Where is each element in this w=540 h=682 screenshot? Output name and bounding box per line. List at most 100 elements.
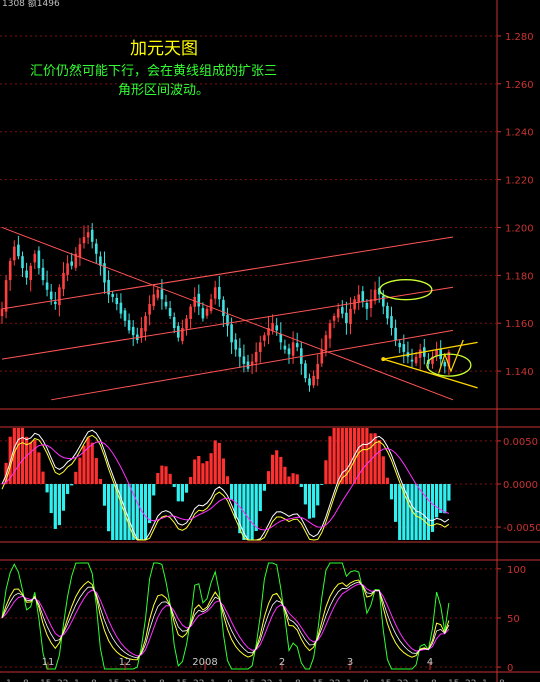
macd-bar-27 — [111, 484, 115, 540]
candle-body-71 — [291, 342, 295, 356]
candle-body-7 — [29, 265, 32, 281]
candle-body-79 — [324, 335, 328, 351]
macd-bar-101 — [414, 484, 418, 540]
candle-body-43 — [177, 325, 180, 338]
price-tick-label-5: 1.180 — [505, 271, 534, 282]
candle-body-13 — [54, 301, 57, 305]
macd-bar-103 — [422, 484, 426, 540]
annotation-line-2: 角形区间波动。 — [118, 83, 210, 98]
annotation-line-1: 汇价仍然可能下行，会在黄线组成的扩张三 — [30, 64, 278, 79]
candle-body-15 — [62, 272, 65, 290]
candle-body-78 — [320, 349, 324, 364]
macd-bar-65 — [266, 471, 271, 484]
x-tick-label-0: 11 — [42, 657, 55, 668]
candle-body-12 — [49, 291, 53, 300]
highlight-ellipse-top — [379, 279, 433, 301]
macd-bar-80 — [328, 436, 332, 484]
candle-body-32 — [131, 326, 135, 336]
price-tick-label-3: 1.220 — [505, 176, 534, 187]
candle-body-5 — [21, 256, 24, 269]
candle-body-14 — [58, 287, 61, 306]
macd-bar-13 — [53, 484, 57, 529]
macd-bar-14 — [57, 484, 61, 526]
macd-bar-7 — [29, 442, 33, 484]
candle-body-27 — [111, 294, 114, 297]
macd-bar-16 — [66, 484, 70, 494]
candle-body-93 — [382, 295, 385, 307]
price-panel — [0, 223, 478, 401]
candle-body-108 — [443, 362, 447, 367]
candle-body-94 — [386, 305, 389, 319]
candle-body-17 — [70, 261, 73, 266]
macd-bar-71 — [291, 473, 295, 484]
candle-body-4 — [17, 244, 20, 257]
macd-bar-89 — [365, 428, 369, 484]
macd-bar-29 — [119, 484, 123, 540]
candle-body-30 — [123, 310, 127, 321]
candle-body-42 — [172, 317, 176, 328]
macd-bar-15 — [61, 484, 66, 511]
macd-bar-17 — [70, 484, 74, 486]
horizontal-grid — [0, 35, 497, 668]
candle-body-66 — [271, 323, 274, 331]
candle-body-57 — [234, 339, 237, 350]
macd-bar-10 — [41, 471, 45, 484]
macd-bar-75 — [307, 484, 312, 519]
candle-body-58 — [238, 348, 242, 357]
candle-body-68 — [279, 333, 283, 343]
macd-bar-31 — [127, 484, 131, 540]
macd-bar-41 — [168, 473, 172, 484]
macd-bar-62 — [254, 484, 258, 532]
macd-bar-47 — [193, 459, 197, 484]
macd-bar-67 — [275, 450, 279, 484]
trend-line-3 — [51, 329, 454, 401]
macd-bar-4 — [16, 428, 20, 484]
macd-bar-94 — [385, 477, 389, 484]
macd-bar-91 — [373, 433, 377, 484]
candle-body-81 — [332, 316, 336, 321]
candle-body-0 — [0, 308, 4, 317]
macd-bar-36 — [148, 484, 152, 524]
macd-bar-35 — [143, 484, 148, 540]
annotation-title: 加元天图 — [130, 39, 198, 59]
candle-body-16 — [66, 263, 69, 275]
candle-body-20 — [82, 237, 86, 244]
candle-body-100 — [410, 359, 414, 362]
macd-bar-64 — [262, 484, 266, 491]
macd-tick-label-0: 0.0050 — [503, 437, 538, 448]
candle-body-23 — [95, 243, 98, 254]
candle-body-19 — [78, 244, 82, 258]
macd-bar-61 — [250, 484, 254, 540]
macd-bar-85 — [348, 428, 353, 484]
macd-bar-60 — [246, 484, 250, 540]
macd-bar-45 — [184, 484, 189, 493]
macd-bar-53 — [217, 442, 221, 484]
osc-tick-label-0: 100 — [507, 565, 526, 576]
candle-body-84 — [345, 312, 348, 324]
candle-body-6 — [25, 270, 28, 278]
macd-bar-93 — [381, 456, 385, 484]
candle-body-87 — [357, 294, 360, 302]
macd-bar-51 — [209, 453, 213, 484]
candle-body-8 — [33, 253, 37, 263]
macd-bar-42 — [172, 484, 176, 488]
candle-body-52 — [213, 287, 217, 299]
price-tick-label-7: 1.140 — [505, 367, 534, 378]
macd-bar-44 — [180, 484, 184, 502]
macd-bar-72 — [295, 474, 299, 484]
candle-body-77 — [316, 363, 319, 380]
candle-body-11 — [45, 282, 49, 290]
x-tick-label-5: 4 — [427, 657, 433, 668]
macd-bar-54 — [221, 458, 225, 484]
macd-bar-63 — [258, 484, 262, 512]
price-tick-label-1: 1.260 — [505, 80, 534, 91]
candle-body-40 — [164, 301, 168, 307]
candle-body-39 — [160, 289, 164, 300]
macd-bar-9 — [37, 452, 41, 484]
price-tick-label-2: 1.240 — [505, 128, 534, 139]
osc-tick-label-1: 50 — [507, 614, 520, 625]
macd-bar-46 — [189, 476, 193, 484]
macd-bar-88 — [361, 428, 365, 484]
macd-bar-82 — [336, 428, 340, 484]
candle-body-83 — [341, 307, 344, 314]
